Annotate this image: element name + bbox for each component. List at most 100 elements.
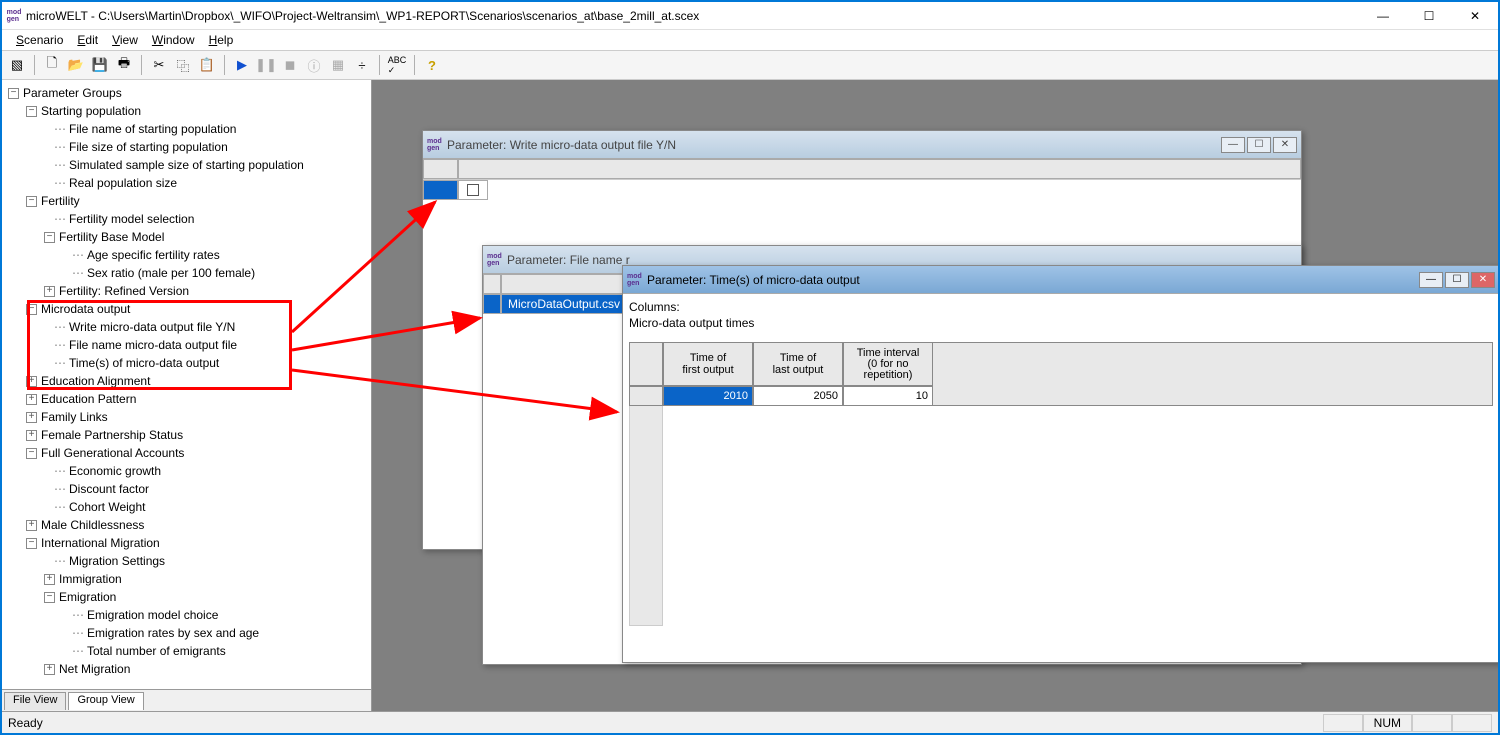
parameter-tree[interactable]: −Parameter Groups −Starting population ⋯… (2, 80, 371, 689)
cell-first-output[interactable]: 2010 (663, 386, 753, 406)
tree-item[interactable]: Female Partnership Status (41, 428, 183, 442)
checkbox-cell[interactable] (458, 180, 488, 200)
expand-icon[interactable]: + (26, 376, 37, 387)
child-titlebar[interactable]: modgen Parameter: Time(s) of micro-data … (623, 266, 1498, 294)
tree-item[interactable]: Fertility model selection (69, 212, 194, 226)
paste-icon[interactable]: 📋 (196, 54, 218, 76)
tree-item[interactable]: Real population size (69, 176, 177, 190)
tree-item[interactable]: File name of starting population (69, 122, 236, 136)
tree-item[interactable]: Emigration rates by sex and age (87, 626, 259, 640)
tree-item[interactable]: Write micro-data output file Y/N (69, 320, 235, 334)
tree-item[interactable]: Economic growth (69, 464, 161, 478)
maximize-button[interactable]: ☐ (1406, 2, 1452, 30)
tree-item[interactable]: Fertility Base Model (59, 230, 164, 244)
expand-icon[interactable]: + (44, 664, 55, 675)
grid-icon[interactable]: ▦ (327, 54, 349, 76)
tree-item[interactable]: Cohort Weight (69, 500, 145, 514)
child-minimize-icon[interactable]: — (1419, 272, 1443, 288)
help-icon[interactable]: ? (421, 54, 443, 76)
collapse-icon[interactable]: − (44, 232, 55, 243)
child-app-icon: modgen (627, 273, 643, 287)
tree-item[interactable]: Male Childlessness (41, 518, 144, 532)
cut-icon[interactable]: ✂ (148, 54, 170, 76)
menu-scenario[interactable]: Scenario (10, 33, 69, 47)
new-icon[interactable]: 🗋 (41, 54, 63, 76)
run-icon[interactable]: ▶ (231, 54, 253, 76)
print-icon[interactable]: 🖶 (113, 54, 135, 76)
cell-last-output[interactable]: 2050 (753, 386, 843, 406)
child-minimize-icon[interactable]: — (1221, 137, 1245, 153)
tree-item[interactable]: Fertility (41, 194, 80, 208)
spell-icon[interactable]: ABC✓ (386, 54, 408, 76)
expand-icon[interactable]: + (26, 412, 37, 423)
collapse-icon[interactable]: − (26, 106, 37, 117)
pause-icon[interactable]: ❚❚ (255, 54, 277, 76)
tree-item[interactable]: Age specific fertility rates (87, 248, 220, 262)
child-close-icon[interactable]: ✕ (1471, 272, 1495, 288)
col-header: Time of (690, 352, 726, 364)
child-title-text: Parameter: Time(s) of micro-data output (647, 273, 1419, 287)
minimize-button[interactable]: — (1360, 2, 1406, 30)
save-icon[interactable]: 💾 (89, 54, 111, 76)
collapse-icon[interactable]: − (44, 592, 55, 603)
tree-item[interactable]: Migration Settings (69, 554, 165, 568)
expand-icon[interactable]: + (44, 286, 55, 297)
expand-icon[interactable]: + (26, 394, 37, 405)
child-titlebar[interactable]: modgen Parameter: Write micro-data outpu… (423, 131, 1301, 159)
side-panel: −Parameter Groups −Starting population ⋯… (2, 80, 372, 711)
columns-label: Columns: (629, 300, 1493, 314)
tree-item[interactable]: File size of starting population (69, 140, 228, 154)
tree-item[interactable]: File name micro-data output file (69, 338, 237, 352)
menu-view[interactable]: View (106, 33, 144, 47)
tree-item[interactable]: International Migration (41, 536, 160, 550)
expand-icon[interactable]: + (26, 520, 37, 531)
param-window-times[interactable]: modgen Parameter: Time(s) of micro-data … (622, 265, 1498, 663)
collapse-icon[interactable]: − (26, 448, 37, 459)
divide-icon[interactable]: ÷ (351, 54, 373, 76)
tree-item[interactable]: Fertility: Refined Version (59, 284, 189, 298)
collapse-icon[interactable]: − (8, 88, 19, 99)
tree-item[interactable]: Immigration (59, 572, 122, 586)
tree-item[interactable]: Starting population (41, 104, 141, 118)
tree-item[interactable]: Time(s) of micro-data output (69, 356, 219, 370)
stop-icon[interactable]: ◼ (279, 54, 301, 76)
status-cell (1412, 714, 1452, 732)
tree-root[interactable]: Parameter Groups (23, 86, 122, 100)
child-close-icon[interactable]: ✕ (1273, 137, 1297, 153)
tree-item[interactable]: Full Generational Accounts (41, 446, 184, 460)
cell-interval[interactable]: 10 (843, 386, 933, 406)
tree-item[interactable]: Emigration model choice (87, 608, 218, 622)
status-ready: Ready (8, 716, 1323, 730)
tree-item[interactable]: Education Pattern (41, 392, 136, 406)
open-icon[interactable]: 📂 (65, 54, 87, 76)
tab-file-view[interactable]: File View (4, 692, 66, 710)
menu-edit[interactable]: Edit (71, 33, 104, 47)
tree-item[interactable]: Family Links (41, 410, 108, 424)
tree-item[interactable]: Discount factor (69, 482, 149, 496)
menu-help[interactable]: Help (203, 33, 240, 47)
tool-scenario-icon[interactable]: ▧ (6, 54, 28, 76)
tree-item[interactable]: Emigration (59, 590, 116, 604)
close-button[interactable]: ✕ (1452, 2, 1498, 30)
tree-item[interactable]: Microdata output (41, 302, 130, 316)
filename-cell[interactable]: MicroDataOutput.csv (501, 294, 627, 314)
collapse-icon[interactable]: − (26, 538, 37, 549)
child-maximize-icon[interactable]: ☐ (1247, 137, 1271, 153)
expand-icon[interactable]: + (44, 574, 55, 585)
tab-group-view[interactable]: Group View (68, 692, 143, 710)
tree-item[interactable]: Net Migration (59, 662, 130, 676)
menu-window[interactable]: Window (146, 33, 201, 47)
tree-item[interactable]: Total number of emigrants (87, 644, 226, 658)
copy-icon[interactable]: ⿻ (172, 54, 194, 76)
child-maximize-icon[interactable]: ☐ (1445, 272, 1469, 288)
tree-item[interactable]: Simulated sample size of starting popula… (69, 158, 304, 172)
col-header: Time of (780, 352, 816, 364)
tree-item[interactable]: Sex ratio (male per 100 female) (87, 266, 255, 280)
collapse-icon[interactable]: − (26, 196, 37, 207)
collapse-icon[interactable]: − (26, 304, 37, 315)
time-table: Time of first output 2010 Time of last o… (629, 342, 1493, 406)
info-icon[interactable]: ⓘ (303, 54, 325, 76)
tree-item[interactable]: Education Alignment (41, 374, 150, 388)
expand-icon[interactable]: + (26, 430, 37, 441)
child-title-text: Parameter: Write micro-data output file … (447, 138, 1221, 152)
